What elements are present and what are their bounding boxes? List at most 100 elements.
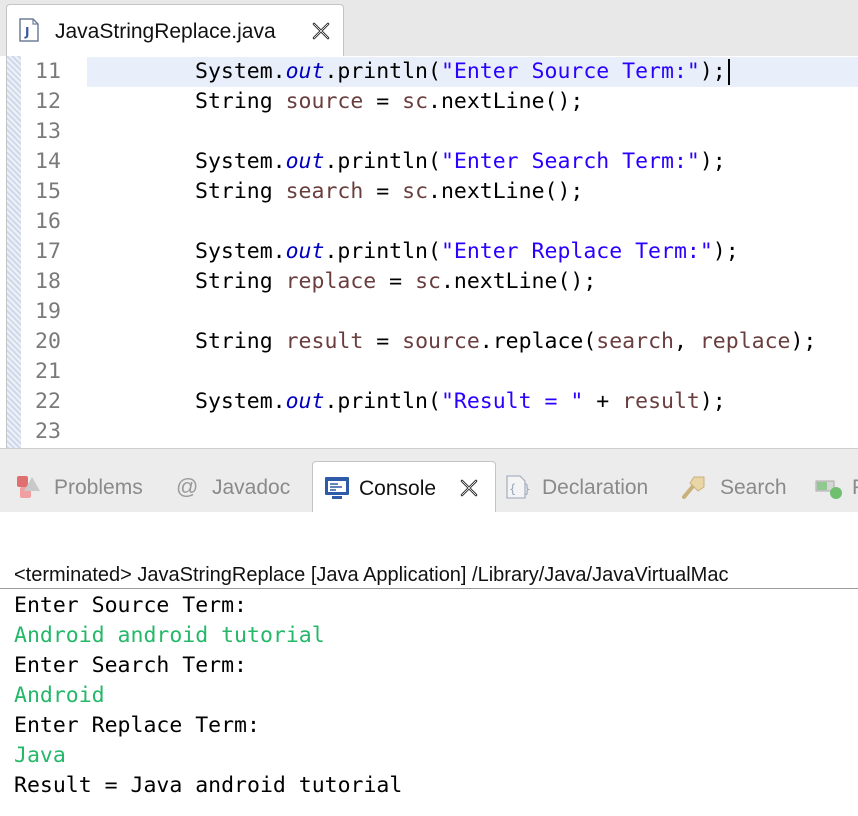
line-number-gutter: 1011121314151617181920212223 (21, 56, 81, 448)
console-input-line: Android android tutorial (14, 623, 325, 648)
code-token: .println( (324, 389, 441, 414)
svg-text:J: J (24, 25, 29, 39)
code-token: ); (790, 329, 817, 354)
code-line[interactable]: System.out.println("Enter Replace Term:"… (195, 237, 739, 267)
tab-javadoc[interactable]: @ Javadoc (174, 461, 308, 513)
console-output-line: Enter Source Term: (14, 593, 247, 618)
code-token: .println( (324, 149, 441, 174)
code-editor[interactable]: 1011121314151617181920212223 System.out.… (6, 56, 858, 448)
code-token: System. (195, 389, 286, 414)
tab-progress[interactable]: P (812, 461, 858, 513)
code-token: sc (415, 269, 441, 294)
overview-ruler (7, 56, 21, 448)
line-number: 11 (35, 59, 61, 84)
code-token: "Enter Search Term:" (440, 149, 700, 174)
line-number: 12 (35, 89, 61, 114)
line-number: 13 (35, 119, 61, 144)
code-line[interactable]: System.out.println("Enter Source Term:")… (195, 57, 730, 87)
code-token: out (285, 389, 325, 414)
code-token: String (195, 269, 286, 294)
code-token: System. (195, 149, 286, 174)
code-token: sc (402, 179, 429, 204)
code-token: source (402, 329, 480, 354)
close-icon[interactable] (459, 478, 479, 498)
tab-search-label: Search (720, 476, 787, 499)
line-number: 15 (35, 179, 61, 204)
code-token: result (285, 329, 364, 354)
line-number: 23 (35, 419, 61, 444)
code-token: .replace( (479, 329, 597, 354)
code-line[interactable]: String search = sc.nextLine(); (195, 177, 583, 207)
console-input-line: Java (14, 743, 66, 768)
search-icon (682, 476, 705, 499)
code-token: "Result = " (440, 389, 584, 414)
code-token: + (583, 389, 623, 414)
line-number: 18 (35, 269, 61, 294)
code-token: .nextLine(); (428, 89, 584, 114)
code-line[interactable]: System.out.println("Result = " + result)… (195, 387, 726, 417)
code-token: out (285, 149, 325, 174)
code-token: String (195, 89, 286, 114)
declaration-icon: { } (506, 475, 530, 499)
editor-tab-title: JavaStringReplace.java (55, 20, 276, 43)
code-token: String (195, 329, 286, 354)
code-token: .nextLine(); (428, 179, 584, 204)
code-token: ); (699, 59, 726, 84)
code-token: replace (285, 269, 377, 294)
text-caret (727, 59, 730, 85)
line-number: 20 (35, 329, 61, 354)
code-token: , (673, 329, 700, 354)
tab-javadoc-label: Javadoc (212, 476, 291, 499)
tab-declaration[interactable]: { } Declaration (500, 461, 670, 513)
console-input-line: Android (14, 683, 105, 708)
code-token: System. (195, 59, 286, 84)
close-icon[interactable] (311, 21, 331, 41)
tab-problems[interactable]: Problems (10, 461, 170, 513)
line-number: 21 (35, 359, 61, 384)
svg-text:{ }: { } (509, 482, 530, 496)
code-token: result (622, 389, 700, 414)
line-number: 19 (35, 299, 61, 324)
views-tab-bar: Problems @ Javadoc Console { } Declarati… (0, 448, 858, 513)
code-line[interactable]: String result = source.replace(search, r… (195, 327, 816, 357)
code-token: = (376, 269, 416, 294)
code-token: ); (712, 239, 739, 264)
console-output-line: Result = Java android tutorial (14, 773, 403, 798)
code-line[interactable]: String source = sc.nextLine(); (195, 87, 583, 117)
console-view[interactable]: <terminated> JavaStringReplace [Java App… (0, 512, 858, 816)
code-token: ); (699, 149, 726, 174)
progress-icon (815, 480, 842, 499)
code-token: = (363, 179, 403, 204)
console-output-line: Enter Replace Term: (14, 713, 260, 738)
editor-tab-bar: J JavaStringReplace.java (0, 0, 858, 56)
console-process-header: <terminated> JavaStringReplace [Java App… (14, 564, 729, 586)
code-line[interactable]: String replace = sc.nextLine(); (195, 267, 596, 297)
code-token: .nextLine(); (440, 269, 597, 294)
java-file-icon: J (19, 18, 39, 42)
code-token: "Enter Source Term:" (440, 59, 700, 84)
code-token: String (195, 179, 286, 204)
editor-tab-javastringreplace[interactable]: J JavaStringReplace.java (6, 4, 344, 56)
line-number: 22 (35, 389, 61, 414)
code-token: replace (699, 329, 791, 354)
code-line[interactable]: System.out.println("Enter Search Term:")… (195, 147, 726, 177)
code-token: = (363, 89, 403, 114)
problems-icon (17, 476, 40, 498)
tab-console[interactable]: Console (312, 461, 496, 513)
tab-search[interactable]: Search (678, 461, 800, 513)
console-divider (0, 588, 858, 589)
javadoc-icon: @ (176, 474, 199, 499)
tab-console-label: Console (359, 477, 437, 500)
line-number: 17 (35, 239, 61, 264)
code-token: .println( (324, 239, 441, 264)
code-token: search (285, 179, 364, 204)
code-token: ); (699, 389, 726, 414)
code-token: source (285, 89, 364, 114)
code-token: search (596, 329, 674, 354)
line-number: 16 (35, 209, 61, 234)
tab-declaration-label: Declaration (542, 476, 649, 499)
code-token: System. (195, 239, 286, 264)
tab-progress-label: P (852, 476, 858, 500)
console-output-line: Enter Search Term: (14, 653, 247, 678)
code-token: out (285, 239, 325, 264)
